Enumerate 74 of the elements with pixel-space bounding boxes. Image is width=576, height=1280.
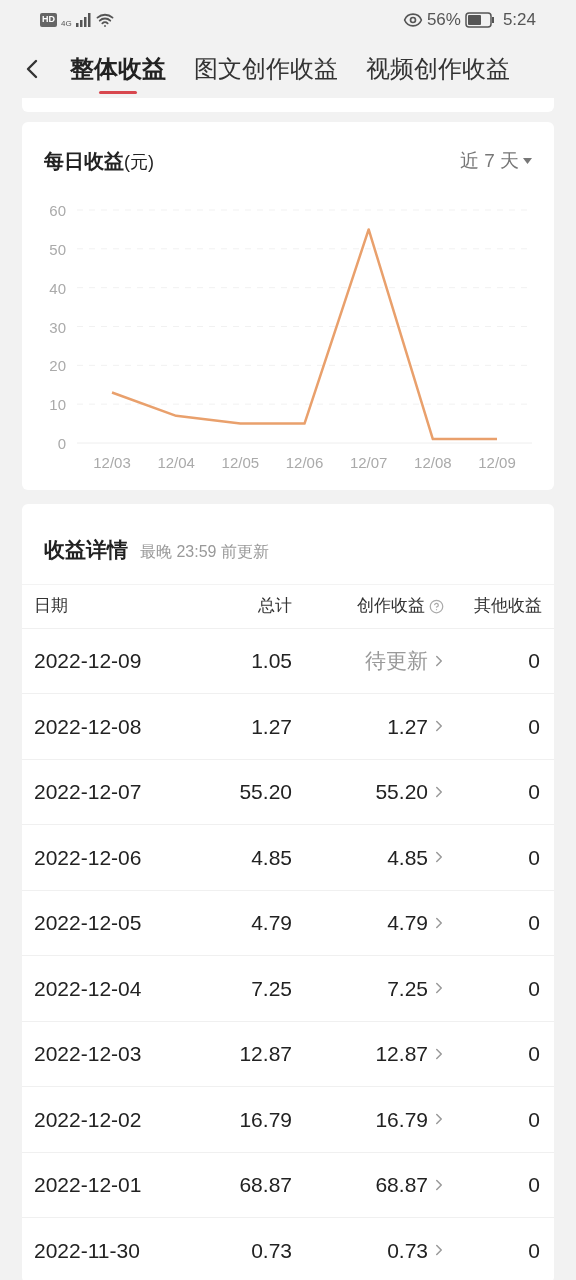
creation-earnings-link[interactable]: 4.79 [292, 907, 444, 939]
column-header: 创作收益 [357, 595, 425, 618]
chart-title: 每日收益(元) [44, 149, 154, 174]
total-cell-text: 1.27 [250, 713, 292, 740]
network-label: 4G [61, 18, 72, 30]
date-cell-text: 2022-12-08 [34, 713, 143, 740]
x-tick-label: 12/09 [478, 454, 516, 471]
x-tick-label: 12/07 [349, 454, 388, 471]
y-tick-label: 40 [49, 279, 66, 297]
column-header: 日期 [34, 595, 68, 618]
date-cell-text: 2022-12-07 [34, 779, 143, 805]
signal-icon [75, 13, 92, 27]
total-cell-text: 55.20 [238, 779, 292, 805]
other-cell-text: 0 [527, 910, 541, 936]
y-tick-label: 30 [49, 318, 66, 336]
creation-earnings-link[interactable]: 12.87 [292, 1038, 444, 1070]
other-cell-text: 0 [527, 1237, 541, 1264]
date-cell-text: 2022-11-30 [34, 1237, 141, 1264]
eye-icon [402, 10, 423, 30]
caret-icon [523, 158, 532, 164]
total-cell-text: 1.05 [250, 648, 292, 674]
other-cell-text: 0 [527, 648, 541, 674]
total-cell-text: 16.79 [238, 1106, 292, 1133]
creation-earnings-link[interactable]: 68.87 [292, 1169, 444, 1201]
creation-earnings-link[interactable]: 7.25 [292, 972, 444, 1004]
creation-earnings-link[interactable]: 16.79 [292, 1103, 444, 1135]
other-cell-text: 0 [527, 779, 541, 805]
battery-icon [464, 12, 495, 28]
tab[interactable]: 视频创作收益 [366, 40, 510, 98]
total-cell-text: 12.87 [238, 1041, 292, 1067]
creation-earnings-link[interactable]: 0.73 [292, 1234, 444, 1266]
y-tick-label: 20 [49, 357, 66, 375]
creation-earnings-link[interactable]: 55.20 [292, 776, 444, 808]
column-header: 总计 [258, 595, 292, 618]
y-tick-label: 0 [57, 435, 66, 452]
x-tick-label: 12/05 [221, 454, 260, 471]
total-cell-text: 4.85 [250, 844, 292, 871]
creation-earnings-link[interactable]: 1.27 [292, 710, 444, 742]
date-cell-text: 2022-12-06 [34, 844, 143, 871]
total-cell-text: 4.79 [250, 910, 292, 936]
other-cell-text: 0 [527, 1106, 541, 1133]
wifi-icon [95, 11, 114, 29]
battery-percent: 56% [426, 9, 461, 32]
total-cell-text: 0.73 [250, 1237, 292, 1264]
y-tick-label: 10 [49, 396, 66, 414]
section-title: 收益详情 [44, 537, 128, 563]
date-cell-text: 2022-12-04 [34, 975, 143, 1002]
tab-indicator [99, 91, 137, 94]
column-header: 其他收益 [474, 595, 542, 618]
date-cell-text: 2022-12-01 [34, 1172, 143, 1198]
x-tick-label: 12/08 [414, 454, 452, 471]
date-cell-text: 2022-12-03 [34, 1041, 143, 1067]
total-cell-text: 68.87 [238, 1172, 292, 1198]
y-tick-label: 60 [49, 202, 66, 219]
x-tick-label: 12/06 [285, 454, 324, 471]
y-tick-label: 50 [49, 240, 66, 258]
other-cell-text: 0 [527, 844, 541, 871]
date-cell-text: 2022-12-09 [34, 648, 143, 674]
date-cell-text: 2022-12-05 [34, 910, 143, 936]
date-cell-text: 2022-12-02 [34, 1106, 143, 1133]
update-note: 最晚 23:59 前更新 [140, 542, 269, 562]
x-tick-label: 12/04 [157, 454, 195, 471]
other-cell-text: 0 [527, 975, 541, 1002]
other-cell-text: 0 [527, 1172, 541, 1198]
total-cell-text: 7.25 [250, 975, 292, 1002]
other-cell-text: 0 [527, 713, 541, 740]
tab[interactable]: 整体收益 [70, 40, 166, 98]
hd-badge: HD [40, 13, 57, 27]
range-dropdown[interactable]: 近 7 天 [459, 146, 532, 176]
x-tick-label: 12/03 [93, 454, 131, 471]
other-cell-text: 0 [527, 1041, 541, 1067]
clock: 5:24 [502, 9, 536, 32]
creation-earnings-link[interactable]: 4.85 [292, 841, 444, 873]
tab[interactable]: 图文创作收益 [194, 40, 338, 98]
